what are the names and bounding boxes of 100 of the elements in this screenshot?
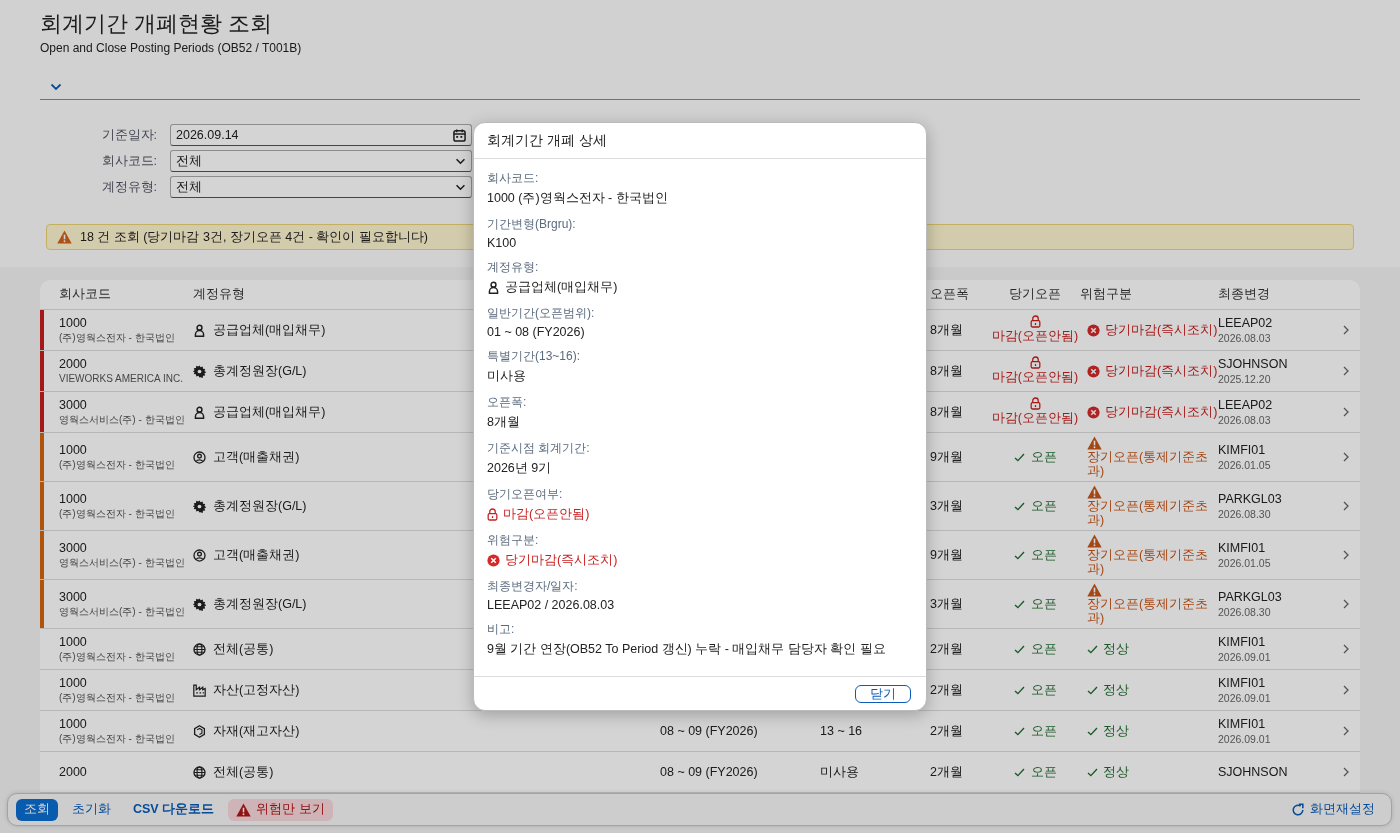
account-type: 고객(매출채권) [213, 546, 300, 564]
company-name: (주)영웍스전자 - 한국법인 [59, 459, 176, 471]
column-header: 회사코드 [58, 286, 111, 303]
changed-date: 2026.01.05 [1218, 459, 1272, 471]
close-button[interactable]: 닫기 [855, 684, 911, 703]
status-text: 마감(오픈안됨) [991, 328, 1079, 345]
account-type: 고객(매출채권) [213, 448, 300, 466]
company-code: 1000 [59, 635, 88, 649]
chevron-down-icon [455, 183, 466, 191]
changed-by: LEEAP02 [1218, 316, 1274, 330]
field-value: LEEAP02 / 2026.08.03 [487, 598, 616, 612]
person-icon [193, 323, 206, 337]
status-text: 오픈 [1030, 722, 1057, 740]
open-width: 9개월 [930, 547, 963, 562]
company-code: 1000 [59, 443, 88, 457]
open-width: 3개월 [930, 498, 963, 513]
chevron-right-icon [1343, 550, 1349, 560]
field-value: 01 ~ 08 (FY2026) [487, 325, 586, 339]
risk-text: 장기오픈(통제기준초과) [1087, 499, 1210, 527]
cube-icon [193, 724, 206, 738]
field-label: 비고: [487, 621, 516, 638]
status-text: 오픈 [1030, 546, 1057, 564]
field-value: K100 [487, 236, 518, 250]
account-type: 전체(공통) [213, 763, 274, 781]
open-width: 2개월 [930, 682, 963, 697]
warning-icon [57, 230, 72, 244]
company-code: 1000 [59, 316, 88, 330]
select-field[interactable]: 전체 [170, 150, 472, 172]
changed-by: LEEAP02 [1218, 398, 1274, 412]
chevron-right-icon [1343, 767, 1349, 777]
changed-date: 2026.08.03 [1218, 414, 1272, 426]
changed-by: PARKGL03 [1218, 492, 1283, 506]
lock-icon [1029, 356, 1041, 369]
company-name: (주)영웍스전자 - 한국법인 [59, 692, 176, 704]
changed-date: 2026.08.30 [1218, 508, 1272, 520]
date-field[interactable]: 2026.09.14 [170, 124, 472, 146]
error-icon [487, 554, 500, 567]
open-width: 3개월 [930, 596, 963, 611]
company-name: 영웍스서비스(주) - 한국법인 [59, 606, 186, 618]
risk-filter-button[interactable]: 위험만 보기 [228, 798, 333, 821]
status-text: 마감(오픈안됨) [991, 369, 1079, 386]
field-label: 위험구분: [487, 532, 540, 549]
chevron-right-icon [1343, 685, 1349, 695]
field-label: 기간변형(Brgru): [487, 216, 577, 233]
open-width: 2개월 [930, 723, 963, 738]
error-icon [1087, 405, 1100, 419]
check-icon [1087, 685, 1098, 695]
toolbar-button[interactable]: 초기화 [64, 798, 119, 821]
company-name: (주)영웍스전자 - 한국법인 [59, 332, 176, 344]
select-field[interactable]: 전체 [170, 176, 472, 198]
field-label: 기준시점 회계기간: [487, 440, 591, 457]
chevron-right-icon [1343, 325, 1349, 335]
account-type: 총계정원장(G/L) [213, 497, 307, 515]
account-type: 총계정원장(G/L) [213, 362, 307, 380]
field-value: 미사용 [487, 368, 527, 385]
toolbar-button[interactable]: 조회 [16, 798, 58, 821]
field-value: 1000 (주)영웍스전자 - 한국법인 [487, 190, 669, 207]
status-text: 오픈 [1030, 448, 1057, 466]
status-text: 오픈 [1030, 497, 1057, 515]
company-code: 1000 [59, 676, 88, 690]
lock-icon [487, 508, 498, 521]
company-code: 3000 [59, 541, 88, 555]
reset-layout-button[interactable]: 화면재설정 [1283, 798, 1383, 821]
check-icon [1087, 767, 1098, 777]
chevron-right-icon [1343, 501, 1349, 511]
filter-label: 계정유형: [100, 178, 157, 196]
gear-icon [193, 364, 206, 378]
account-type: 자재(재고자산) [213, 722, 300, 740]
risk-text: 정상 [1103, 722, 1129, 740]
company-code: 3000 [59, 398, 88, 412]
filter-label: 기준일자: [100, 126, 157, 144]
status-text: 오픈 [1030, 681, 1057, 699]
risk-text: 정상 [1103, 763, 1129, 781]
chevron-right-icon [1343, 599, 1349, 609]
warning-icon [1087, 436, 1102, 450]
calendar-icon [453, 128, 466, 142]
check-icon [1087, 726, 1098, 736]
chevron-right-icon [1343, 407, 1349, 417]
message-text: 18 건 조회 (당기마감 3건, 장기오픈 4건 - 확인이 필요합니다) [80, 228, 429, 246]
toolbar-button[interactable]: CSV 다운로드 [125, 798, 223, 821]
open-width: 8개월 [930, 322, 963, 337]
changed-date: 2026.09.01 [1218, 692, 1272, 704]
special-period: 미사용 [820, 764, 859, 779]
company-name: (주)영웍스전자 - 한국법인 [59, 508, 176, 520]
changed-date: 2026.08.30 [1218, 606, 1272, 618]
risk-text: 장기오픈(통제기준초과) [1087, 597, 1210, 625]
open-width: 8개월 [930, 404, 963, 419]
changed-by: KIMFI01 [1218, 676, 1267, 690]
lock-icon [1029, 397, 1041, 410]
column-header: 최종변경 [1218, 286, 1270, 303]
field-value: 2026년 9기 [487, 460, 553, 477]
changed-date: 2025.12.20 [1218, 373, 1272, 385]
risk-text: 장기오픈(통제기준초과) [1087, 450, 1210, 478]
page-subtitle: Open and Close Posting Periods (OB52 / T001B) [40, 41, 303, 55]
risk-text: 정상 [1103, 681, 1129, 699]
globe-icon [193, 642, 206, 656]
column-header: 당기오픈 [1009, 286, 1061, 303]
company-name: (주)영웍스전자 - 한국법인 [59, 651, 176, 663]
warning-icon [1087, 485, 1102, 499]
error-icon [1087, 323, 1100, 337]
